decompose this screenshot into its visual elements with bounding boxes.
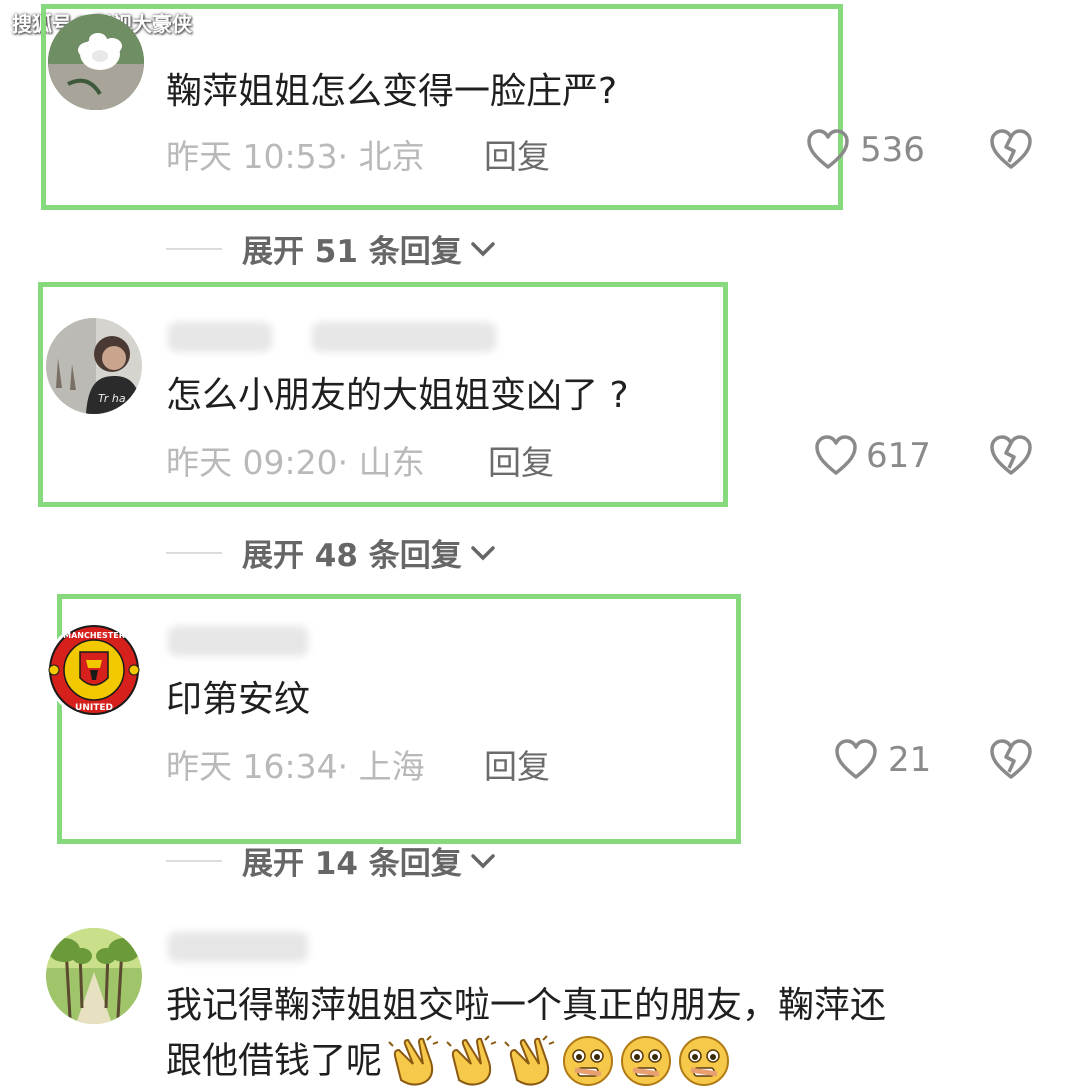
- reply-button[interactable]: 回复: [484, 130, 550, 178]
- comment-time: 昨天 16:34: [166, 747, 338, 786]
- comment-meta: 昨天 10:53· 北京: [166, 137, 425, 176]
- flushed-face-emoji: [619, 1034, 673, 1088]
- divider: [166, 247, 222, 250]
- comment-text-line-2: 跟他借钱了呢: [166, 1040, 383, 1082]
- expand-replies-button[interactable]: 展开 51 条回复: [166, 226, 496, 271]
- heart-icon[interactable]: [814, 434, 858, 476]
- comment-time: 昨天 09:20: [166, 443, 338, 482]
- avatar[interactable]: [46, 928, 142, 1024]
- flushed-face-emoji: [677, 1034, 731, 1088]
- chevron-down-icon: [470, 544, 496, 562]
- chevron-down-icon: [470, 852, 496, 870]
- like-count: 617: [866, 436, 931, 476]
- dislike-icon[interactable]: [989, 128, 1033, 170]
- clapping-hands-emoji: [387, 1034, 441, 1088]
- crest-bottom-text: UNITED: [75, 703, 113, 713]
- expand-replies-button[interactable]: 展开 14 条回复: [166, 838, 496, 883]
- clapping-hands-emoji: [503, 1034, 557, 1088]
- heart-icon[interactable]: [834, 738, 878, 780]
- comment-text-line-2-row: 跟他借钱了呢: [166, 1034, 735, 1088]
- divider: [166, 859, 222, 862]
- blurred-username: [168, 626, 308, 656]
- expand-replies-label: 展开 14 条回复: [242, 846, 462, 882]
- comment-location: 山东: [358, 443, 425, 482]
- avatar[interactable]: Tr ha: [46, 318, 142, 414]
- comment-meta: 昨天 16:34· 上海: [166, 747, 425, 786]
- avatar[interactable]: [48, 14, 144, 110]
- blurred-username: [312, 322, 496, 352]
- comment-text: 鞠萍姐姐怎么变得一脸庄严?: [166, 71, 618, 112]
- comment-location: 北京: [358, 137, 425, 176]
- expand-replies-label: 展开 51 条回复: [242, 234, 462, 270]
- comment-text: 印第安纹: [166, 679, 311, 720]
- expand-replies-button[interactable]: 展开 48 条回复: [166, 530, 496, 575]
- comment-time: 昨天 10:53: [166, 137, 338, 176]
- comment-meta: 昨天 09:20· 山东: [166, 443, 425, 482]
- blurred-username: [168, 932, 308, 962]
- comment-text-line-1: 我记得鞠萍姐姐交啦一个真正的朋友，鞠萍还: [166, 985, 887, 1026]
- clapping-hands-emoji: [445, 1034, 499, 1088]
- expand-replies-label: 展开 48 条回复: [242, 538, 462, 574]
- dislike-icon[interactable]: [989, 434, 1033, 476]
- dislike-icon[interactable]: [989, 738, 1033, 780]
- blurred-username: [168, 322, 272, 352]
- comment-text: 怎么小朋友的大姐姐变凶了 ?: [166, 375, 629, 416]
- highlight-box: [57, 594, 741, 844]
- like-count: 536: [860, 130, 925, 170]
- svg-text:Tr ha: Tr ha: [98, 392, 126, 405]
- divider: [166, 551, 222, 554]
- avatar[interactable]: MANCHESTER UNITED: [46, 622, 142, 718]
- chevron-down-icon: [470, 240, 496, 258]
- like-count: 21: [888, 740, 932, 780]
- flushed-face-emoji: [561, 1034, 615, 1088]
- heart-icon[interactable]: [806, 128, 850, 170]
- comment-location: 上海: [358, 747, 425, 786]
- reply-button[interactable]: 回复: [488, 436, 554, 484]
- reply-button[interactable]: 回复: [484, 740, 550, 788]
- crest-top-text: MANCHESTER: [63, 631, 125, 640]
